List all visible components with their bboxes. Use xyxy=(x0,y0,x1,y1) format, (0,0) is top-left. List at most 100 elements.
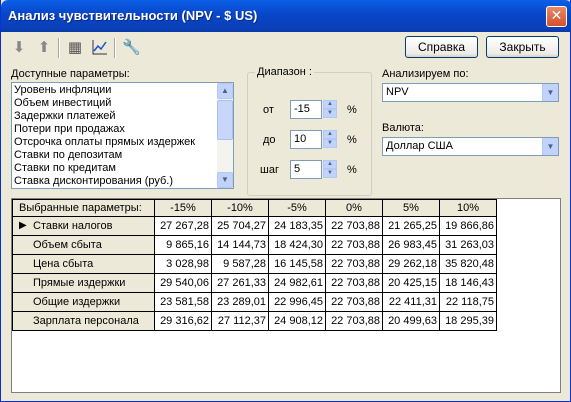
params-label: Доступные параметры: xyxy=(11,68,130,80)
title-bar: Анализ чувствительности (NPV - $ US) ✕ xyxy=(1,0,571,32)
toolbar-separator xyxy=(58,38,60,58)
table-cell[interactable]: 14 144,73 xyxy=(211,235,269,255)
upload-icon[interactable]: ⬆ xyxy=(35,38,53,56)
download-icon[interactable]: ⬇ xyxy=(10,38,28,56)
wrench-icon[interactable]: 🔧 xyxy=(122,38,141,56)
table-cell[interactable]: 22 118,75 xyxy=(439,292,497,312)
table-cell[interactable]: 22 411,31 xyxy=(382,292,440,312)
chart-icon[interactable] xyxy=(91,38,109,56)
spin-up-icon[interactable]: ▲ xyxy=(323,100,337,109)
chevron-down-icon[interactable]: ▼ xyxy=(542,138,558,155)
params-listbox[interactable]: Уровень инфляции Объем инвестиций Задержки… xyxy=(11,82,234,189)
scroll-up-icon[interactable]: ▲ xyxy=(217,83,233,99)
row-header[interactable]: Зарплата персонала xyxy=(12,311,155,331)
table-cell[interactable]: 9 587,28 xyxy=(211,254,269,274)
table-row[interactable]: Объем сбыта 9 865,16 14 144,73 18 424,30 22 … xyxy=(12,235,497,255)
list-item[interactable]: Ставки по кредитам xyxy=(14,162,216,175)
table-cell[interactable]: 22 703,88 xyxy=(325,273,383,293)
table-row[interactable]: Цена сбыта 3 028,98 9 587,28 16 145,58 22 70… xyxy=(12,254,497,274)
table-cell[interactable]: 24 982,61 xyxy=(268,273,326,293)
close-button[interactable]: Закрыть xyxy=(486,36,559,58)
toolbar-separator xyxy=(114,38,116,58)
row-header[interactable]: Общие издержки xyxy=(12,292,155,312)
currency-select[interactable]: Доллар США ▼ xyxy=(382,137,559,156)
scroll-thumb[interactable] xyxy=(217,100,233,140)
table-cell[interactable]: 20 425,15 xyxy=(382,273,440,293)
table-cell[interactable]: 29 316,62 xyxy=(154,311,212,331)
table-cell[interactable]: 22 996,45 xyxy=(268,292,326,312)
table-row[interactable]: ▶ Ставки налогов 27 267,28 25 704,27 24 183,… xyxy=(12,216,497,236)
table-cell[interactable]: 29 262,18 xyxy=(382,254,440,274)
table-cell[interactable]: 18 424,30 xyxy=(268,235,326,255)
table-cell[interactable]: 22 703,88 xyxy=(325,254,383,274)
help-button[interactable]: Справка xyxy=(405,36,478,58)
table-cell[interactable]: 25 704,27 xyxy=(211,216,269,236)
table-cell[interactable]: 24 908,12 xyxy=(268,311,326,331)
range-step-unit: % xyxy=(347,164,357,176)
table-cell[interactable]: 22 703,88 xyxy=(325,311,383,331)
table-cell[interactable]: 27 261,33 xyxy=(211,273,269,293)
row-header[interactable]: ▶ Ставки налогов xyxy=(12,216,155,236)
analyze-select[interactable]: NPV ▼ xyxy=(382,83,559,102)
column-header: 10% xyxy=(439,199,497,217)
row-header[interactable]: Цена сбыта xyxy=(12,254,155,274)
table-cell[interactable]: 22 703,88 xyxy=(325,292,383,312)
table-cell[interactable]: 27 267,28 xyxy=(154,216,212,236)
currency-label: Валюта: xyxy=(382,122,424,134)
sensitivity-table-container[interactable]: Выбранные параметры: -15% -10% -5% 0% 5% 10% ▶ С… xyxy=(11,198,561,393)
spin-up-icon[interactable]: ▲ xyxy=(323,160,337,169)
table-cell[interactable]: 35 820,48 xyxy=(439,254,497,274)
table-cell[interactable]: 3 028,98 xyxy=(154,254,212,274)
table-cell[interactable]: 19 866,86 xyxy=(439,216,497,236)
range-to-unit: % xyxy=(347,134,357,146)
copy-grid-icon[interactable]: ▦ xyxy=(66,38,84,56)
row-header[interactable]: Прямые издержки xyxy=(12,273,155,293)
list-item[interactable]: Уровень инфляции xyxy=(14,84,216,97)
list-item[interactable]: Ставки по депозитам xyxy=(14,149,216,162)
list-item[interactable]: Потери при продажах xyxy=(14,123,216,136)
table-cell[interactable]: 18 146,43 xyxy=(439,273,497,293)
window-close-button[interactable]: ✕ xyxy=(546,6,567,27)
range-step-input[interactable]: 5 xyxy=(290,160,322,179)
range-step-spinner[interactable]: ▲ ▼ xyxy=(323,160,337,179)
table-cell[interactable]: 31 263,03 xyxy=(439,235,497,255)
range-to-input[interactable]: 10 xyxy=(290,130,322,149)
row-header[interactable]: Объем сбыта xyxy=(12,235,155,255)
column-header: 0% xyxy=(325,199,383,217)
table-cell[interactable]: 22 703,88 xyxy=(325,216,383,236)
spin-down-icon[interactable]: ▼ xyxy=(323,139,337,148)
table-cell[interactable]: 24 183,35 xyxy=(268,216,326,236)
range-to-label: до xyxy=(263,134,276,146)
table-cell[interactable]: 29 540,06 xyxy=(154,273,212,293)
table-row[interactable]: Зарплата персонала 29 316,62 27 112,37 24 9… xyxy=(12,311,497,331)
table-cell[interactable]: 23 289,01 xyxy=(211,292,269,312)
list-item[interactable]: Отсрочка оплаты прямых издержек xyxy=(14,136,216,149)
range-from-spinner[interactable]: ▲ ▼ xyxy=(323,100,337,119)
chevron-down-icon[interactable]: ▼ xyxy=(542,84,558,101)
table-cell[interactable]: 9 865,16 xyxy=(154,235,212,255)
table-cell[interactable]: 27 112,37 xyxy=(211,311,269,331)
row-selector-icon: ▶ xyxy=(19,220,27,231)
range-to-spinner[interactable]: ▲ ▼ xyxy=(323,130,337,149)
row-label: Ставки налогов xyxy=(33,220,113,232)
table-cell[interactable]: 26 983,45 xyxy=(382,235,440,255)
table-cell[interactable]: 18 295,39 xyxy=(439,311,497,331)
table-cell[interactable]: 23 581,58 xyxy=(154,292,212,312)
table-row[interactable]: Прямые издержки 29 540,06 27 261,33 24 982,… xyxy=(12,273,497,293)
list-item[interactable]: Объем инвестиций xyxy=(14,97,216,110)
table-row[interactable]: Общие издержки 23 581,58 23 289,01 22 996,4… xyxy=(12,292,497,312)
params-scrollbar[interactable]: ▲ ▼ xyxy=(217,83,233,188)
spin-down-icon[interactable]: ▼ xyxy=(323,169,337,178)
table-cell[interactable]: 20 499,63 xyxy=(382,311,440,331)
column-header: 5% xyxy=(382,199,440,217)
list-item[interactable]: Ставка дисконтирования (руб.) xyxy=(14,175,216,188)
table-cell[interactable]: 21 265,25 xyxy=(382,216,440,236)
scroll-down-icon[interactable]: ▼ xyxy=(217,172,233,188)
column-header: -10% xyxy=(211,199,269,217)
range-from-input[interactable]: -15 xyxy=(290,100,322,119)
table-cell[interactable]: 22 703,88 xyxy=(325,235,383,255)
list-item[interactable]: Задержки платежей xyxy=(14,110,216,123)
spin-down-icon[interactable]: ▼ xyxy=(323,109,337,118)
table-cell[interactable]: 16 145,58 xyxy=(268,254,326,274)
spin-up-icon[interactable]: ▲ xyxy=(323,130,337,139)
